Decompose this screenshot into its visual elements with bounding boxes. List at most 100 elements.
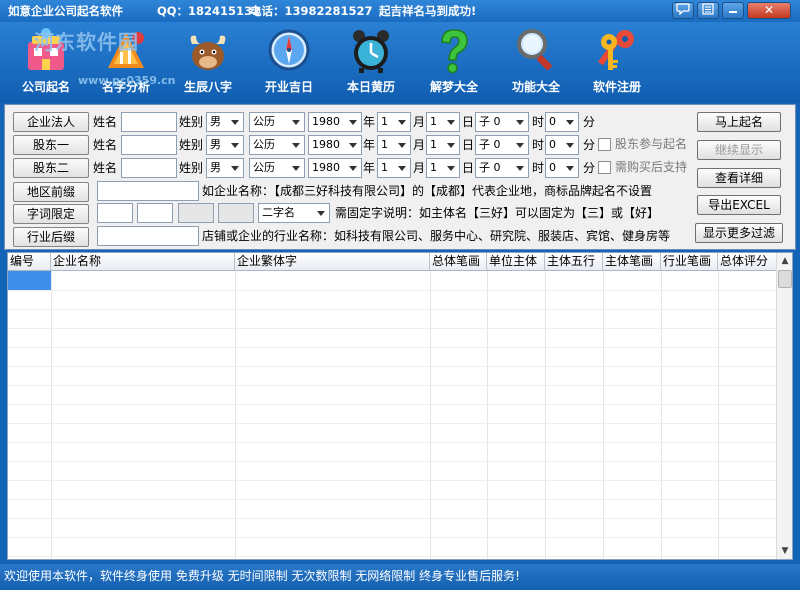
gender-select[interactable]: 男 xyxy=(206,112,244,132)
month-unit: 月 xyxy=(413,115,426,129)
more-filters-button[interactable]: 显示更多过滤 xyxy=(695,223,783,243)
grid-row-line xyxy=(8,556,776,557)
month-select[interactable]: 1 xyxy=(377,135,411,155)
legal-person-name-input[interactable] xyxy=(121,112,177,132)
column-header-id[interactable]: 编号 xyxy=(8,253,51,271)
column-header-five-elements[interactable]: 主体五行 xyxy=(545,253,603,271)
toolbar-register[interactable]: 软件注册 xyxy=(577,22,657,103)
toolbar-label: 开业吉日 xyxy=(264,80,313,94)
industry-suffix-button[interactable]: 行业后缀 xyxy=(13,227,89,247)
gender-select[interactable]: 男 xyxy=(206,158,244,178)
selected-cell[interactable] xyxy=(8,271,51,290)
column-header-traditional[interactable]: 企业繁体字 xyxy=(235,253,430,271)
month-select[interactable]: 1 xyxy=(377,112,411,132)
year-select[interactable]: 1980 xyxy=(308,135,362,155)
column-header-main-strokes[interactable]: 主体笔画 xyxy=(603,253,661,271)
start-naming-button[interactable]: 马上起名 xyxy=(697,112,781,132)
calendar-select[interactable]: 公历 xyxy=(249,158,305,178)
minute-unit: 分 xyxy=(583,138,596,152)
word-limit-input-1[interactable] xyxy=(97,203,133,223)
shareholder-one-name-input[interactable] xyxy=(121,135,177,155)
hour-select[interactable]: 子 0 xyxy=(475,158,529,178)
vertical-scrollbar[interactable]: ▲ ▼ xyxy=(776,253,792,559)
toolbar-label: 公司起名 xyxy=(21,80,70,94)
scroll-thumb[interactable] xyxy=(778,270,792,288)
help-bubble-icon[interactable] xyxy=(672,2,694,19)
shareholder-two-button[interactable]: 股东二 xyxy=(13,158,89,178)
view-detail-button[interactable]: 查看详细 xyxy=(697,168,781,188)
slogan-text: 起吉祥名马到成功! xyxy=(379,4,477,18)
day-select[interactable]: 1 xyxy=(426,158,460,178)
scroll-up-icon[interactable]: ▲ xyxy=(777,253,792,269)
year-unit: 年 xyxy=(363,115,376,129)
column-header-industry-strokes[interactable]: 行业笔画 xyxy=(661,253,718,271)
grid-row-line xyxy=(8,309,776,310)
year-select[interactable]: 1980 xyxy=(308,158,362,178)
word-limit-input-4[interactable] xyxy=(218,203,254,223)
toolbar-birth-eight-chars[interactable]: 生辰八字 xyxy=(168,22,248,103)
month-select[interactable]: 1 xyxy=(377,158,411,178)
title-bar: 如意企业公司起名软件 QQ：182415132 电话：13982281527 起… xyxy=(0,0,800,22)
shareholder-join-label: 股东参与起名 xyxy=(615,137,688,151)
gender-label: 姓别 xyxy=(179,161,204,175)
qq-contact: QQ：182415132 xyxy=(157,4,261,18)
calendar-select[interactable]: 公历 xyxy=(249,112,305,132)
shareholder-join-checkbox[interactable] xyxy=(598,138,611,151)
toolbar-almanac[interactable]: 本日黄历 xyxy=(331,22,411,103)
gender-select[interactable]: 男 xyxy=(206,135,244,155)
region-prefix-button[interactable]: 地区前缀 xyxy=(13,182,89,202)
export-excel-button[interactable]: 导出EXCEL xyxy=(697,195,781,215)
grid-row-line xyxy=(8,537,776,538)
name-length-select[interactable]: 二字名 xyxy=(258,203,330,223)
word-limit-button[interactable]: 字词限定 xyxy=(13,204,89,224)
day-unit: 日 xyxy=(462,115,475,129)
name-label: 姓名 xyxy=(93,115,118,129)
hour-select[interactable]: 子 0 xyxy=(475,112,529,132)
year-select[interactable]: 1980 xyxy=(308,112,362,132)
scroll-down-icon[interactable]: ▼ xyxy=(777,543,792,559)
column-header-total-strokes[interactable]: 总体笔画 xyxy=(430,253,487,271)
minimize-icon[interactable] xyxy=(722,2,744,19)
close-icon[interactable]: ✕ xyxy=(747,2,791,19)
toolbar-label: 本日黄历 xyxy=(346,80,395,94)
shareholder-two-name-input[interactable] xyxy=(121,158,177,178)
toolbar-all-functions[interactable]: 功能大全 xyxy=(496,22,576,103)
alarm-clock-icon xyxy=(349,26,393,74)
zodiac-ox-icon xyxy=(186,26,230,74)
column-header-main-unit[interactable]: 单位主体 xyxy=(487,253,545,271)
shareholder-one-button[interactable]: 股东一 xyxy=(13,135,89,155)
column-header-company-name[interactable]: 企业名称 xyxy=(51,253,235,271)
day-select[interactable]: 1 xyxy=(426,135,460,155)
year-unit: 年 xyxy=(363,138,376,152)
magnifier-icon xyxy=(514,26,558,74)
legal-person-button[interactable]: 企业法人 xyxy=(13,112,89,132)
hour-select[interactable]: 子 0 xyxy=(475,135,529,155)
toolbar-opening-date[interactable]: 开业吉日 xyxy=(249,22,329,103)
month-unit: 月 xyxy=(413,138,426,152)
minute-select[interactable]: 0 xyxy=(545,135,579,155)
purchase-support-label: 需购买后支持 xyxy=(615,160,688,174)
industry-suffix-input[interactable] xyxy=(97,226,199,246)
grid-row-line xyxy=(8,290,776,291)
toolbar-label: 解梦大全 xyxy=(429,80,478,94)
word-limit-input-3[interactable] xyxy=(178,203,214,223)
minute-select[interactable]: 0 xyxy=(545,112,579,132)
word-limit-input-2[interactable] xyxy=(137,203,173,223)
region-prefix-input[interactable] xyxy=(97,181,199,201)
minute-select[interactable]: 0 xyxy=(545,158,579,178)
grid-line xyxy=(603,271,604,559)
grid-line xyxy=(430,271,431,559)
day-select[interactable]: 1 xyxy=(426,112,460,132)
results-table: 编号 企业名称 企业繁体字 总体笔画 单位主体 主体五行 主体笔画 行业笔画 总… xyxy=(7,252,793,560)
purchase-support-checkbox[interactable] xyxy=(598,161,611,174)
column-header-score[interactable]: 总体评分 xyxy=(718,253,776,271)
month-unit: 月 xyxy=(413,161,426,175)
calendar-select[interactable]: 公历 xyxy=(249,135,305,155)
grid-row-line xyxy=(8,480,776,481)
toolbar-dream-interpretation[interactable]: 解梦大全 xyxy=(414,22,494,103)
continue-display-button[interactable]: 继续显示 xyxy=(697,140,781,160)
table-header: 编号 企业名称 企业繁体字 总体笔画 单位主体 主体五行 主体笔画 行业笔画 总… xyxy=(8,253,776,271)
menu-icon[interactable] xyxy=(697,2,719,19)
year-unit: 年 xyxy=(363,161,376,175)
grid-row-line xyxy=(8,499,776,500)
